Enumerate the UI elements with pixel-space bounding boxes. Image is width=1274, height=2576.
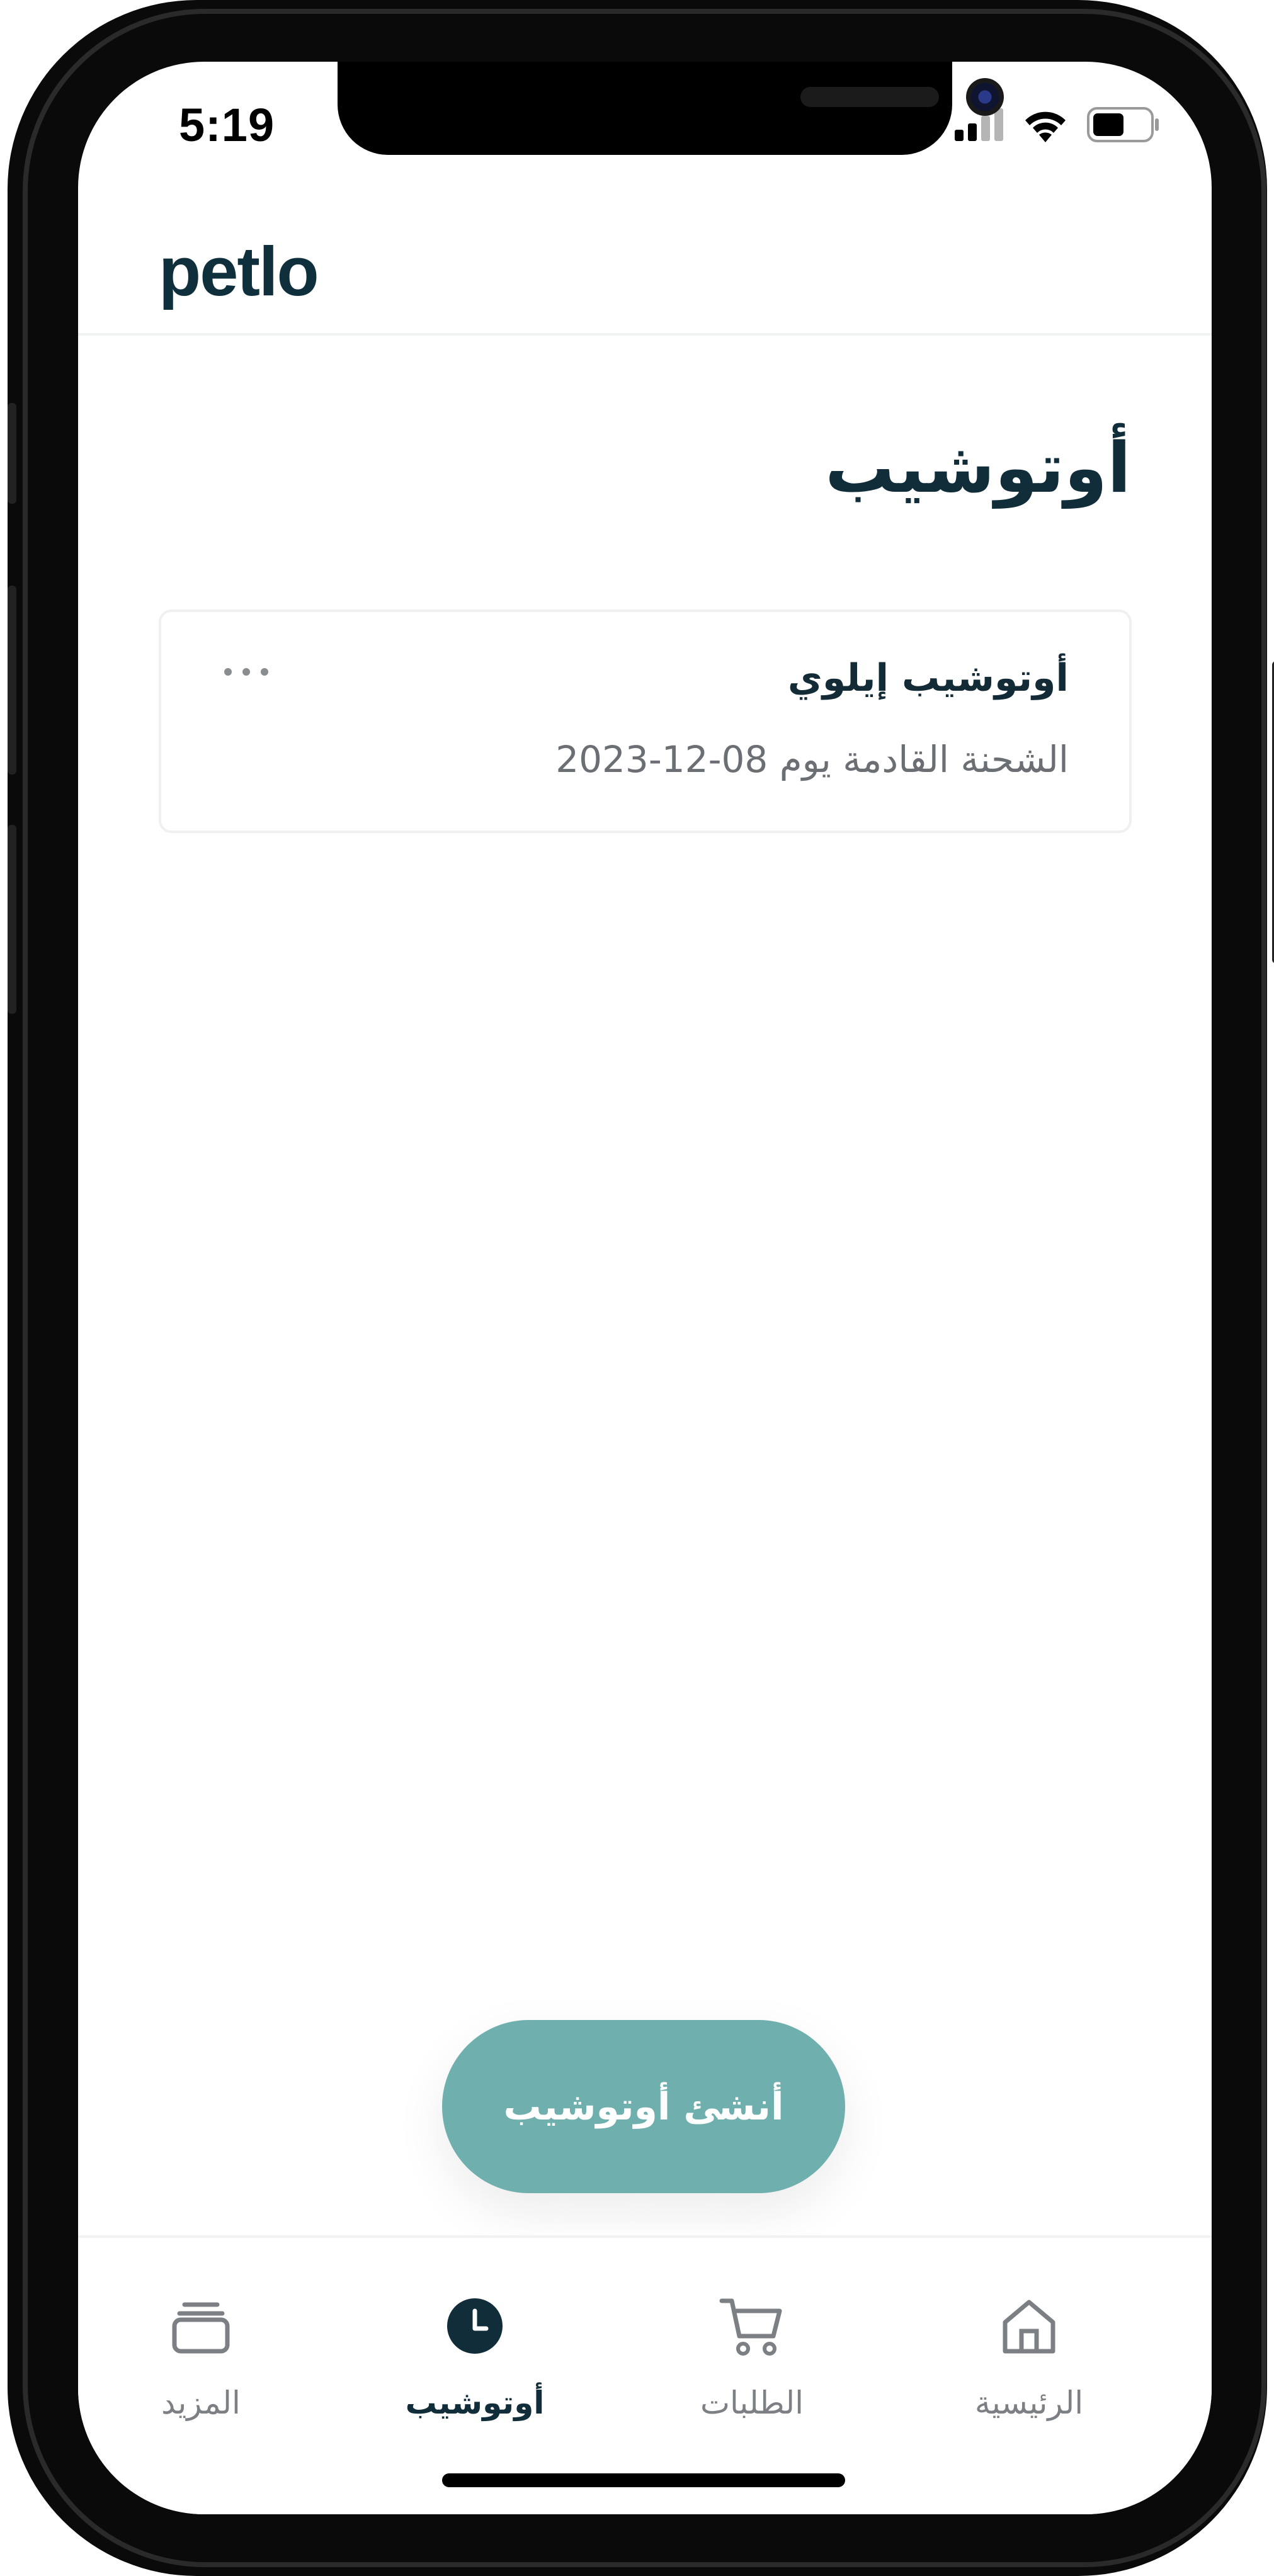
more-options-icon[interactable] (224, 662, 268, 681)
device-side-button (8, 825, 16, 1014)
speaker-grille (800, 87, 939, 107)
nav-label-more: المزيد (161, 2385, 241, 2421)
stack-icon (171, 2291, 231, 2361)
app-screen: 5:19 petlo أوتوشيب أوتوشيب إيلوي الشحنة … (78, 62, 1212, 2514)
autoship-card-title: أوتوشيب إيلوي (787, 656, 1069, 700)
create-autoship-button[interactable]: أنشئ أوتوشيب (442, 2020, 845, 2193)
home-icon (998, 2291, 1061, 2361)
battery-icon (1087, 107, 1159, 142)
app-header: petlo (78, 194, 1212, 336)
more-dot (224, 668, 232, 676)
petlo-logo[interactable]: petlo (159, 232, 319, 312)
nav-label-home: الرئيسية (974, 2385, 1084, 2421)
clock-icon (446, 2291, 504, 2361)
wifi-icon (1025, 111, 1066, 142)
nav-item-autoship[interactable]: أوتوشيب (380, 2291, 569, 2421)
nav-label-autoship: أوتوشيب (405, 2385, 545, 2421)
front-camera (966, 78, 1004, 116)
nav-item-more[interactable]: المزيد (106, 2291, 295, 2421)
autoship-card[interactable]: أوتوشيب إيلوي الشحنة القادمة يوم 08-12-2… (159, 610, 1132, 833)
device-side-button (8, 403, 16, 504)
device-side-button (8, 586, 16, 775)
bottom-nav: الرئيسية الطلبات أوتوشيب المزيد (78, 2235, 1212, 2514)
device-frame: 5:19 petlo أوتوشيب أوتوشيب إيلوي الشحنة … (8, 0, 1274, 2576)
nav-item-home[interactable]: الرئيسية (935, 2291, 1123, 2421)
more-dot (261, 668, 268, 676)
nav-item-orders[interactable]: الطلبات (657, 2291, 846, 2421)
next-shipment-text: الشحنة القادمة يوم 08-12-2023 (555, 738, 1069, 781)
home-indicator[interactable] (442, 2473, 845, 2487)
page-title: أوتوشيب (825, 428, 1131, 508)
notch (338, 62, 1004, 155)
more-dot (242, 668, 250, 676)
nav-label-orders: الطلبات (700, 2385, 804, 2421)
cart-icon (719, 2291, 785, 2361)
status-time: 5:19 (179, 99, 275, 151)
